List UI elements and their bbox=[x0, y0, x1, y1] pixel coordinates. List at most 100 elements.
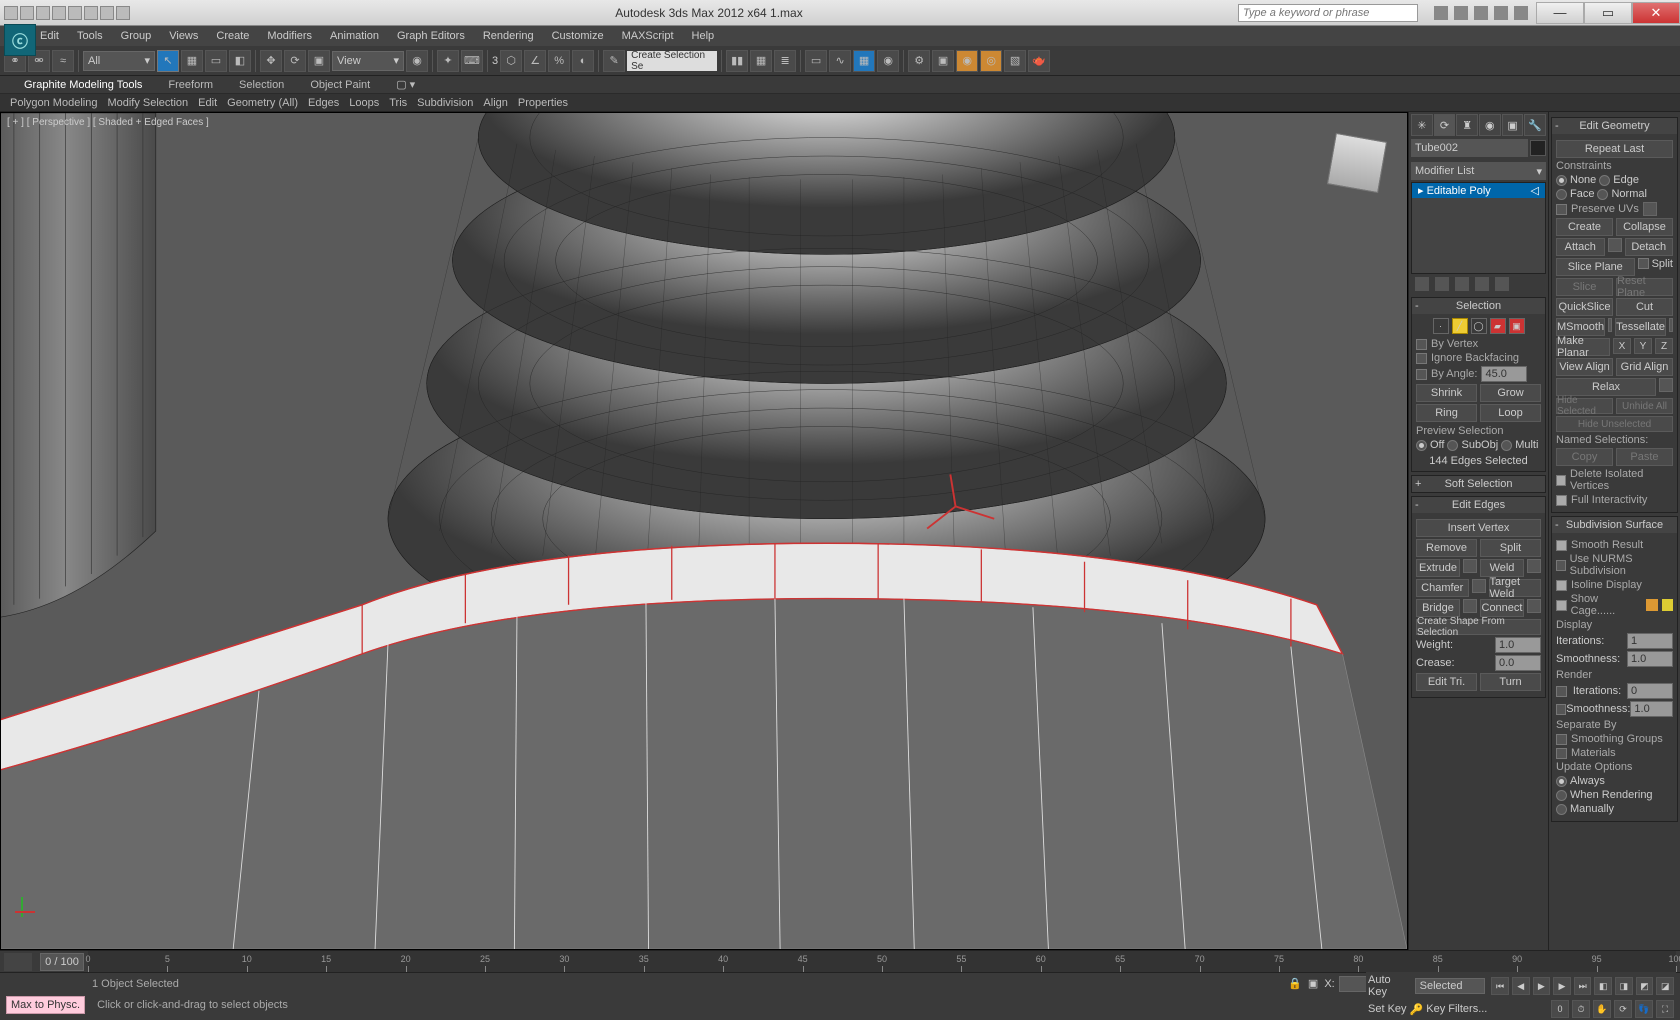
shrink-button[interactable]: Shrink bbox=[1416, 384, 1477, 402]
app-icon[interactable]: ⓒ bbox=[4, 24, 36, 56]
frame-field[interactable]: 0 bbox=[1551, 1000, 1569, 1018]
extrude-settings-button[interactable] bbox=[1463, 559, 1477, 573]
move-icon[interactable]: ✥ bbox=[260, 50, 282, 72]
slice-button[interactable]: Slice bbox=[1556, 278, 1613, 296]
menu-rendering[interactable]: Rendering bbox=[483, 30, 534, 42]
window-crossing-icon[interactable]: ◧ bbox=[229, 50, 251, 72]
qat-icon[interactable] bbox=[52, 6, 66, 20]
star-icon[interactable] bbox=[1474, 6, 1488, 20]
update-manually-radio[interactable] bbox=[1556, 804, 1567, 815]
sep-materials-checkbox[interactable] bbox=[1556, 748, 1567, 759]
unhide-all-button[interactable]: Unhide All bbox=[1616, 398, 1673, 414]
repeat-last-button[interactable]: Repeat Last bbox=[1556, 140, 1673, 158]
msmooth-settings[interactable] bbox=[1608, 318, 1612, 332]
rollout-edit-edges[interactable]: -Edit Edges bbox=[1412, 497, 1545, 513]
ribbon-expand-icon[interactable]: ▢ ▾ bbox=[396, 78, 415, 91]
rendered-frame-icon[interactable]: ▣ bbox=[932, 50, 954, 72]
nav-max-icon[interactable]: ⛶ bbox=[1656, 1000, 1674, 1018]
percent-snap-icon[interactable]: % bbox=[548, 50, 570, 72]
ribbon-tab-graphite[interactable]: Graphite Modeling Tools bbox=[24, 79, 142, 91]
schematic-icon[interactable]: ▦ bbox=[853, 50, 875, 72]
remove-mod-icon[interactable] bbox=[1475, 277, 1489, 291]
play-icon[interactable]: ▶ bbox=[1533, 977, 1551, 995]
nav-fov-icon[interactable]: ◩ bbox=[1636, 977, 1654, 995]
nav-region-icon[interactable]: ◪ bbox=[1656, 977, 1674, 995]
keyboard-icon[interactable]: ⌨ bbox=[461, 50, 483, 72]
split-checkbox[interactable] bbox=[1638, 258, 1649, 269]
element-subobj-icon[interactable]: ▣ bbox=[1509, 318, 1525, 334]
menu-graph-editors[interactable]: Graph Editors bbox=[397, 30, 465, 42]
iterations-spinner[interactable]: 1 bbox=[1627, 633, 1673, 649]
layers-icon[interactable]: ≣ bbox=[774, 50, 796, 72]
chamfer-button[interactable]: Chamfer bbox=[1416, 579, 1469, 597]
subribbon-item[interactable]: Edges bbox=[308, 97, 339, 109]
connect-button[interactable]: Connect bbox=[1480, 599, 1524, 617]
rollout-soft-selection[interactable]: +Soft Selection bbox=[1412, 476, 1545, 492]
crease-spinner[interactable]: 0.0 bbox=[1495, 655, 1541, 671]
grow-button[interactable]: Grow bbox=[1480, 384, 1541, 402]
hide-unselected-button[interactable]: Hide Unselected bbox=[1556, 416, 1673, 432]
close-button[interactable]: ✕ bbox=[1632, 2, 1680, 24]
nav-orbit-icon[interactable]: ⟳ bbox=[1614, 1000, 1632, 1018]
viewport-label[interactable]: [ + ] [ Perspective ] [ Shaded + Edged F… bbox=[7, 117, 209, 128]
ignore-backfacing-checkbox[interactable] bbox=[1416, 353, 1427, 364]
qat-icon[interactable] bbox=[100, 6, 114, 20]
nav-walk-icon[interactable]: 👣 bbox=[1635, 1000, 1653, 1018]
make-planar-button[interactable]: Make Planar bbox=[1556, 338, 1610, 356]
ribbon-tab-freeform[interactable]: Freeform bbox=[168, 79, 213, 91]
modifier-stack[interactable]: ▸ Editable Poly◁ bbox=[1411, 182, 1546, 274]
menu-help[interactable]: Help bbox=[692, 30, 715, 42]
polygon-subobj-icon[interactable]: ▰ bbox=[1490, 318, 1506, 334]
grid-align-button[interactable]: Grid Align bbox=[1616, 358, 1673, 376]
infocenter-icon[interactable] bbox=[1454, 6, 1468, 20]
create-tab-icon[interactable]: ✳ bbox=[1411, 114, 1433, 136]
pivot-icon[interactable]: ◉ bbox=[406, 50, 428, 72]
object-color-swatch[interactable] bbox=[1530, 140, 1546, 156]
insert-vertex-button[interactable]: Insert Vertex bbox=[1416, 519, 1541, 537]
cage-color-1[interactable] bbox=[1646, 599, 1657, 611]
msmooth-button[interactable]: MSmooth bbox=[1556, 318, 1605, 336]
by-angle-checkbox[interactable] bbox=[1416, 369, 1427, 380]
constraint-face-radio[interactable] bbox=[1556, 189, 1567, 200]
make-unique-icon[interactable] bbox=[1455, 277, 1469, 291]
setkey-key-icon[interactable]: 🔑 bbox=[1410, 1003, 1424, 1016]
delete-iso-checkbox[interactable] bbox=[1556, 475, 1566, 486]
render-prod-icon[interactable]: ◉ bbox=[956, 50, 978, 72]
subribbon-item[interactable]: Modify Selection bbox=[107, 97, 188, 109]
activeshade-icon[interactable]: ▧ bbox=[1004, 50, 1026, 72]
relax-settings[interactable] bbox=[1659, 378, 1673, 392]
nav-pan-icon[interactable]: ✋ bbox=[1593, 1000, 1611, 1018]
teapot-icon[interactable]: 🫖 bbox=[1028, 50, 1050, 72]
tessellate-button[interactable]: Tessellate bbox=[1615, 318, 1666, 336]
object-name-field[interactable]: Tube002 bbox=[1411, 139, 1528, 157]
attach-list-button[interactable] bbox=[1608, 238, 1622, 252]
menu-customize[interactable]: Customize bbox=[552, 30, 604, 42]
time-ruler[interactable]: 0510152025303540455055606570758085909510… bbox=[88, 951, 1676, 972]
goto-start-icon[interactable]: ⏮ bbox=[1491, 977, 1509, 995]
smooth-result-checkbox[interactable] bbox=[1556, 540, 1567, 551]
key-filters-button[interactable]: Key Filters... bbox=[1426, 1003, 1487, 1015]
planar-x-button[interactable]: X bbox=[1613, 338, 1631, 354]
select-name-icon[interactable]: ▦ bbox=[181, 50, 203, 72]
border-subobj-icon[interactable]: ◯ bbox=[1471, 318, 1487, 334]
modifier-list-dropdown[interactable]: Modifier List▾ bbox=[1411, 162, 1546, 180]
planar-y-button[interactable]: Y bbox=[1634, 338, 1652, 354]
edit-named-sel-icon[interactable]: ✎ bbox=[603, 50, 625, 72]
align-icon[interactable]: ▦ bbox=[750, 50, 772, 72]
vertex-subobj-icon[interactable]: · bbox=[1433, 318, 1449, 334]
menu-views[interactable]: Views bbox=[169, 30, 198, 42]
subribbon-item[interactable]: Loops bbox=[349, 97, 379, 109]
show-cage-checkbox[interactable] bbox=[1556, 600, 1567, 611]
menu-maxscript[interactable]: MAXScript bbox=[622, 30, 674, 42]
preserve-uv-checkbox[interactable] bbox=[1556, 204, 1567, 215]
scale-icon[interactable]: ▣ bbox=[308, 50, 330, 72]
subribbon-item[interactable]: Polygon Modeling bbox=[10, 97, 97, 109]
tess-settings[interactable] bbox=[1669, 318, 1673, 332]
split-button[interactable]: Split bbox=[1480, 539, 1541, 557]
render-smooth-checkbox[interactable] bbox=[1556, 704, 1566, 715]
ribbon-tab-objectpaint[interactable]: Object Paint bbox=[310, 79, 370, 91]
hide-selected-button[interactable]: Hide Selected bbox=[1556, 398, 1613, 414]
subribbon-item[interactable]: Tris bbox=[389, 97, 407, 109]
turn-button[interactable]: Turn bbox=[1480, 673, 1541, 691]
subribbon-item[interactable]: Geometry (All) bbox=[227, 97, 298, 109]
